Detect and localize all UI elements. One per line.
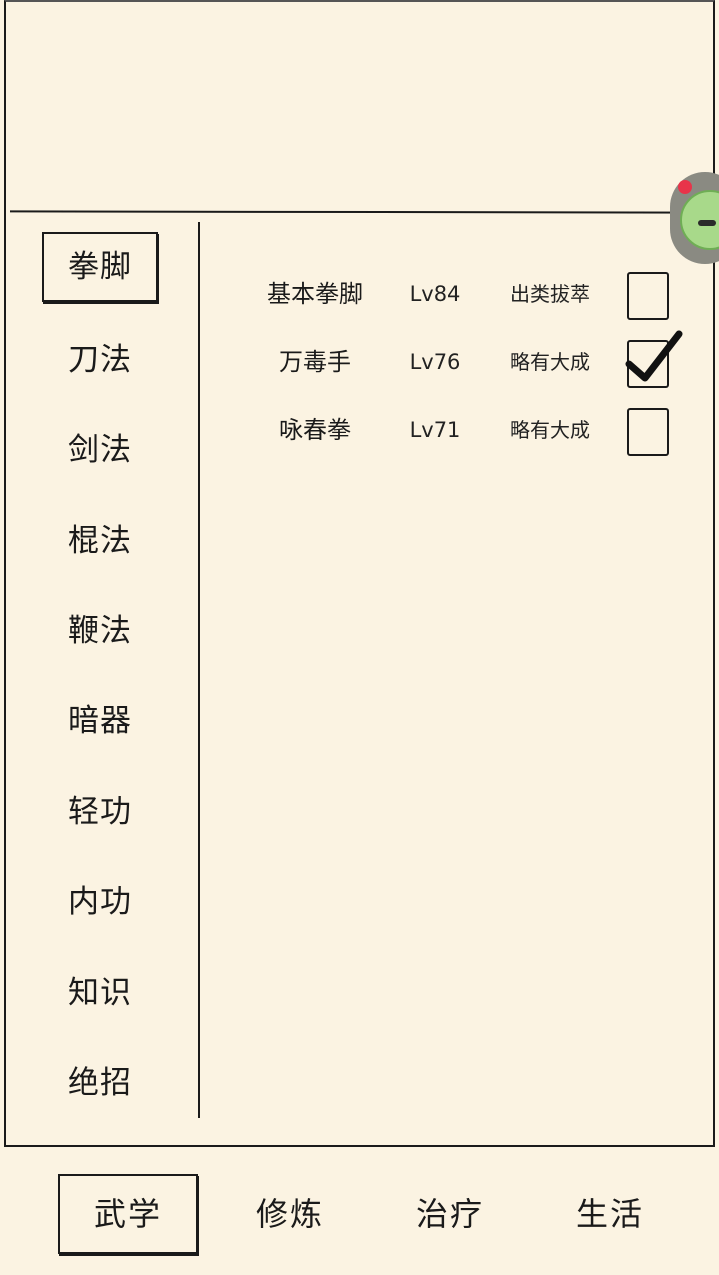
skill-row: 万毒手 Lv76 略有大成: [230, 330, 683, 400]
skill-row: 咏春拳 Lv71 略有大成: [230, 408, 680, 468]
sidebar-item-juezhao[interactable]: 绝招: [42, 1048, 158, 1118]
tab-shenghuo[interactable]: 生活: [540, 1174, 680, 1254]
checkmark-icon: [625, 330, 683, 382]
sidebar-divider: [198, 222, 200, 1118]
skill-row: 基本拳脚 Lv84 出类拔萃: [230, 272, 680, 332]
sidebar-item-bianfa[interactable]: 鞭法: [42, 596, 158, 666]
header-area: [6, 2, 714, 210]
sidebar-item-jianfa[interactable]: 剑法: [42, 415, 158, 485]
skill-name: 万毒手: [279, 348, 351, 376]
tab-zhiliao[interactable]: 治疗: [380, 1174, 520, 1254]
notification-dot-icon: [678, 180, 692, 194]
sidebar-item-quanjiao[interactable]: 拳脚: [42, 232, 158, 302]
sidebar-item-daofa[interactable]: 刀法: [42, 325, 158, 395]
skill-level: Lv76: [409, 350, 461, 374]
tab-wuxue[interactable]: 武学: [58, 1174, 198, 1254]
skill-rank: 略有大成: [510, 350, 590, 374]
sidebar-item-neigong[interactable]: 内功: [42, 867, 158, 937]
avatar-eye: [698, 220, 716, 226]
sidebar-item-anqi[interactable]: 暗器: [42, 686, 158, 756]
skill-rank: 略有大成: [510, 418, 590, 442]
sidebar-item-qinggong[interactable]: 轻功: [42, 777, 158, 847]
skill-level: Lv71: [409, 418, 461, 442]
tab-xiulian[interactable]: 修炼: [220, 1174, 360, 1254]
sidebar-item-gunfa[interactable]: 棍法: [42, 506, 158, 576]
skill-checkbox[interactable]: [625, 330, 683, 388]
skill-name: 咏春拳: [279, 416, 351, 444]
skill-name: 基本拳脚: [267, 280, 363, 308]
skill-rank: 出类拔萃: [510, 282, 590, 306]
skill-level: Lv84: [409, 282, 461, 306]
skill-checkbox[interactable]: [627, 272, 669, 320]
skill-checkbox[interactable]: [627, 408, 669, 456]
sidebar-item-zhishi[interactable]: 知识: [42, 958, 158, 1028]
